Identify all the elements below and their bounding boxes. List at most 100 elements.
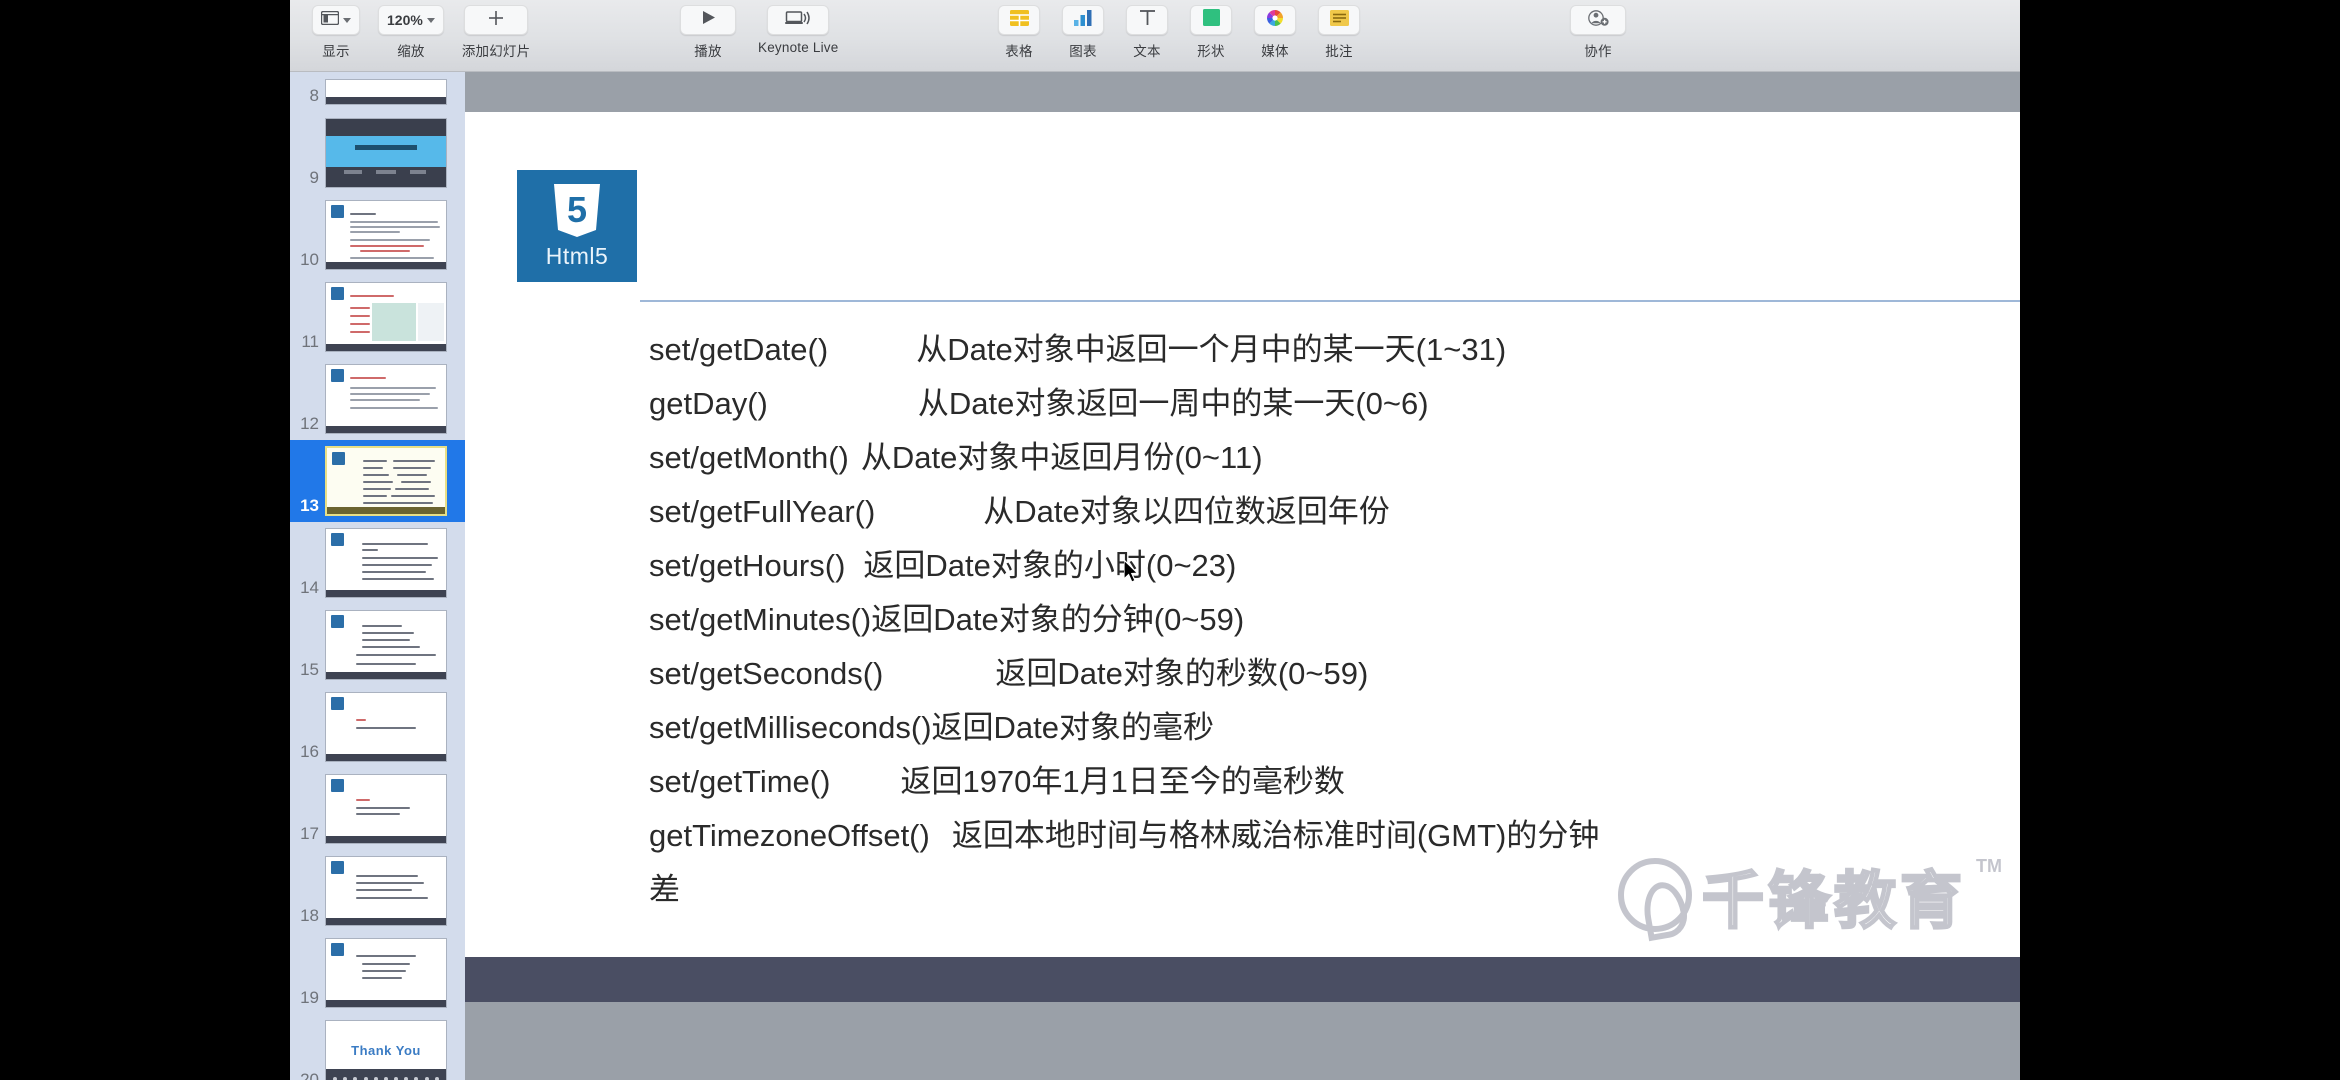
thumb-footer-bar	[326, 97, 446, 104]
list-item-selected[interactable]: 13	[290, 440, 465, 522]
toolbar-play-item[interactable]: 播放	[680, 5, 736, 60]
html5-badge: 5 Html5	[517, 170, 637, 282]
content-row: set/getMinutes() 返回Date对象的分钟(0~59)	[649, 594, 2000, 648]
toolbar-text-item[interactable]: 文本	[1126, 5, 1168, 60]
current-slide[interactable]: 5 Html5 set/getDate() 从Date对象中返回一个月中的某一天…	[465, 112, 2020, 1002]
keynote-live-button[interactable]	[767, 5, 830, 35]
toolbar-shape-item[interactable]: 形状	[1190, 5, 1232, 60]
play-button[interactable]	[680, 5, 736, 35]
slide-thumbnail[interactable]	[325, 856, 447, 926]
thumb-line	[344, 170, 362, 174]
list-item[interactable]: 19	[290, 932, 465, 1014]
api-description: 从Date对象以四位数返回年份	[983, 494, 1390, 529]
thumb-line	[356, 882, 424, 884]
toolbar-table-item[interactable]: 表格	[998, 5, 1040, 60]
thumb-table	[372, 303, 416, 341]
toolbar-media-item[interactable]: 媒体	[1254, 5, 1296, 60]
slide-thumbnail[interactable]	[325, 282, 447, 352]
api-name: set/getMonth()	[649, 440, 849, 475]
html5-shield-icon: 5	[551, 182, 603, 240]
content-row: set/getFullYear() 从Date对象以四位数返回年份	[649, 486, 2000, 540]
thumb-line	[401, 481, 431, 483]
table-button[interactable]	[998, 5, 1040, 35]
list-item[interactable]: 8	[290, 72, 465, 112]
slide-canvas[interactable]: 5 Html5 set/getDate() 从Date对象中返回一个月中的某一天…	[465, 72, 2020, 1080]
thumb-line	[356, 889, 412, 891]
thumb-line	[350, 226, 440, 228]
toolbar-view-item[interactable]: 显示	[312, 5, 360, 60]
api-name: set/getMinutes()	[649, 602, 872, 637]
thumb-line	[362, 970, 406, 972]
list-item[interactable]: 15	[290, 604, 465, 686]
api-description: 返回Date对象的分钟(0~59)	[871, 602, 1245, 637]
thumb-line	[393, 460, 435, 462]
add-slide-button[interactable]	[464, 5, 529, 35]
thumb-logo-icon	[331, 943, 344, 956]
media-button[interactable]	[1254, 5, 1296, 35]
zoom-button[interactable]: 120%	[378, 5, 444, 35]
toolbar-collaborate-item[interactable]: 协作	[1570, 5, 1626, 60]
text-button[interactable]	[1126, 5, 1168, 35]
thumb-line	[363, 495, 387, 497]
slide-thumbnail[interactable]	[325, 118, 447, 188]
toolbar-add-slide-item[interactable]: 添加幻灯片	[462, 5, 531, 60]
slide-thumbnail[interactable]	[325, 528, 447, 598]
slide-footer-bar	[465, 957, 2020, 1002]
api-description-continued: 差	[649, 872, 680, 907]
collaborate-button[interactable]	[1570, 5, 1626, 35]
shape-square-icon	[1202, 9, 1220, 31]
list-item[interactable]: 17	[290, 768, 465, 850]
thumb-line	[362, 625, 402, 627]
toolbar-left-group: 显示 120% 缩放 添加幻灯片	[312, 5, 530, 60]
list-item[interactable]: 11	[290, 276, 465, 358]
thumb-line	[362, 963, 410, 965]
list-item[interactable]: 10	[290, 194, 465, 276]
toolbar-keynote-live-item[interactable]: Keynote Live	[758, 5, 838, 55]
list-item[interactable]: 16	[290, 686, 465, 768]
table-icon	[1009, 9, 1029, 31]
list-item[interactable]: 18	[290, 850, 465, 932]
toolbar-chart-item[interactable]: 图表	[1062, 5, 1104, 60]
content-row: set/getHours() 返回Date对象的小时(0~23)	[649, 540, 2000, 594]
slide-thumbnail[interactable]: Thank You	[325, 1020, 447, 1080]
thumb-line	[397, 474, 427, 476]
slide-number: 14	[300, 578, 319, 597]
thumb-line	[356, 813, 400, 815]
content-row: 差	[649, 864, 2000, 918]
slide-thumbnail[interactable]	[325, 79, 447, 105]
thumb-line	[362, 646, 420, 648]
slide-thumbnail[interactable]	[325, 774, 447, 844]
api-description: 返回本地时间与格林威治标准时间(GMT)的分钟	[951, 818, 1600, 853]
api-description: 从Date对象中返回月份(0~11)	[860, 440, 1263, 475]
text-label: 文本	[1133, 44, 1161, 59]
list-item[interactable]: 20 Thank You	[290, 1014, 465, 1080]
thumb-footer-bar	[326, 344, 446, 351]
thumb-line	[363, 460, 387, 462]
api-description: 返回Date对象的秒数(0~59)	[995, 656, 1369, 691]
thumb-line	[350, 307, 370, 309]
slide-thumbnail[interactable]	[325, 692, 447, 762]
api-description: 返回Date对象的毫秒	[931, 710, 1215, 745]
shape-button[interactable]	[1190, 5, 1232, 35]
slide-number: 15	[300, 660, 319, 679]
slide-number: 9	[309, 168, 319, 187]
list-item[interactable]: 14	[290, 522, 465, 604]
api-name: set/getFullYear()	[649, 494, 876, 529]
view-button[interactable]	[312, 5, 360, 35]
list-item[interactable]: 12	[290, 358, 465, 440]
thumb-footer-bar	[326, 672, 446, 679]
slide-thumbnail[interactable]	[325, 610, 447, 680]
list-item[interactable]: 9	[290, 112, 465, 194]
comment-button[interactable]	[1318, 5, 1360, 35]
thumb-logo-icon	[331, 369, 344, 382]
slide-thumbnail[interactable]	[325, 364, 447, 434]
toolbar-comment-item[interactable]: 批注	[1318, 5, 1360, 60]
slide-navigator[interactable]: 8 9 10 11 12 13 14 15 16 17 18 19 20 Tha…	[290, 72, 465, 1080]
slide-thumbnail[interactable]	[325, 200, 447, 270]
toolbar-collab-group: 协作	[1570, 5, 1626, 60]
slide-thumbnail[interactable]	[325, 446, 447, 516]
toolbar-zoom-item[interactable]: 120% 缩放	[378, 5, 444, 60]
chart-button[interactable]	[1062, 5, 1104, 35]
slide-number: 20	[300, 1070, 319, 1080]
slide-thumbnail[interactable]	[325, 938, 447, 1008]
